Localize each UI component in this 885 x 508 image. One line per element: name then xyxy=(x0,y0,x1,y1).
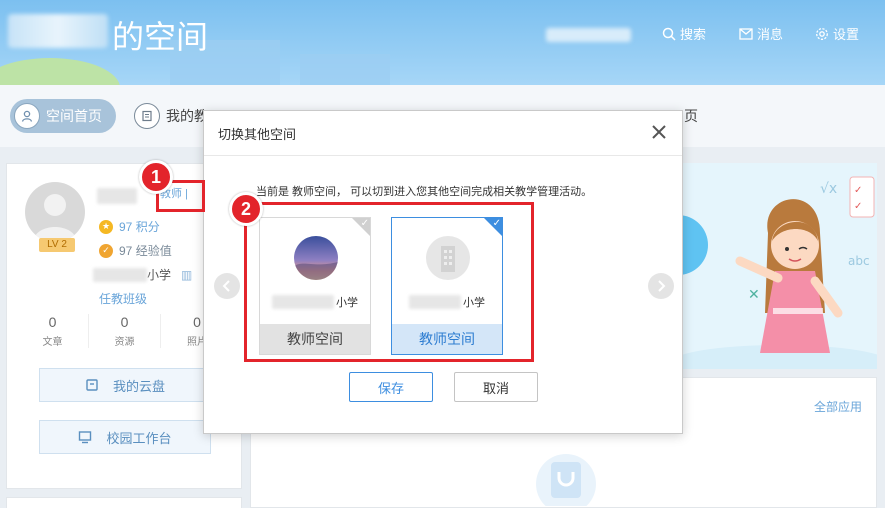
points-row: ★ 97 积分 xyxy=(99,218,160,235)
teacher-illustration: √x ✓ ✓ ✕ abc xyxy=(660,176,877,369)
tab-my-teaching[interactable]: 我的教 xyxy=(134,99,208,133)
count-resources-value: 0 xyxy=(120,314,129,330)
tab-my-teaching-label: 我的教 xyxy=(166,108,208,124)
all-apps-link[interactable]: 全部应用 xyxy=(814,398,862,415)
header-building-illustration-2 xyxy=(300,54,390,85)
chevron-left-icon xyxy=(222,280,230,292)
dialog-description: 当前是 教师空间， 可以切到进入您其他空间完成相关教学管理活动。 xyxy=(256,186,593,198)
annotation-box-2 xyxy=(244,202,534,362)
book-icon xyxy=(134,103,160,129)
chevron-right-icon xyxy=(658,280,666,292)
tab-other-label: 页 xyxy=(684,108,698,124)
star-icon: ★ xyxy=(99,219,113,234)
svg-text:✕: ✕ xyxy=(748,287,760,303)
nav-messages-label: 消息 xyxy=(757,27,784,42)
user-name-blurred xyxy=(8,14,108,48)
count-articles-label: 文章 xyxy=(42,337,63,348)
profile-name-blurred xyxy=(97,188,137,204)
exp-label: 经验值 xyxy=(135,244,172,258)
class-link[interactable]: 任教班级 xyxy=(99,290,147,307)
profile-counts: 0 文章 0 资源 0 照片 xyxy=(17,314,233,348)
annotation-badge-1: 1 xyxy=(139,160,173,194)
space-title: 的空间 xyxy=(112,18,209,56)
dialog-title: 切换其他空间 xyxy=(218,127,297,142)
level-badge: LV 2 xyxy=(39,238,75,252)
points-label[interactable]: 积分 xyxy=(136,218,160,235)
prev-arrow-button[interactable] xyxy=(214,273,240,299)
dialog-divider xyxy=(204,155,682,156)
campus-workbench-label: 校园工作台 xyxy=(106,430,172,446)
next-arrow-button[interactable] xyxy=(648,273,674,299)
promo-banner: √x ✓ ✓ ✕ abc xyxy=(660,163,877,369)
exp-row: ✓ 97 经验值 xyxy=(99,242,172,259)
close-icon[interactable] xyxy=(650,123,668,141)
campus-workbench-button[interactable]: 校园工作台 xyxy=(39,420,211,454)
user-icon xyxy=(14,103,40,129)
svg-text:√x: √x xyxy=(820,181,837,197)
count-articles[interactable]: 0 文章 xyxy=(17,314,89,348)
search-icon xyxy=(662,27,676,41)
tab-space-home-label: 空间首页 xyxy=(46,108,102,124)
header-banner: 的空间 搜索 消息 设置 xyxy=(0,0,885,85)
school-name-blurred xyxy=(93,267,147,282)
svg-text:✓: ✓ xyxy=(854,185,862,196)
tab-space-home[interactable]: 空间首页 xyxy=(10,99,116,133)
exp-icon: ✓ xyxy=(99,243,113,258)
workbench-icon xyxy=(79,431,92,444)
building-icon: ▥ xyxy=(181,267,193,282)
nav-settings[interactable]: 设置 xyxy=(815,24,859,43)
my-cloud-disk-label: 我的云盘 xyxy=(112,378,165,394)
annotation-badge-2: 2 xyxy=(229,192,263,226)
save-button[interactable]: 保存 xyxy=(349,372,433,402)
svg-text:✓: ✓ xyxy=(854,201,862,212)
mail-icon xyxy=(739,27,753,40)
count-resources[interactable]: 0 资源 xyxy=(89,314,161,348)
nav-messages[interactable]: 消息 xyxy=(739,24,783,43)
count-resources-label: 资源 xyxy=(114,337,135,348)
school-suffix: 小学 xyxy=(147,268,172,282)
cloud-disk-icon xyxy=(86,379,98,391)
gear-icon xyxy=(816,27,828,40)
exp-value: 97 xyxy=(119,243,133,258)
nav-search-label: 搜索 xyxy=(680,27,707,42)
empty-bag-icon xyxy=(536,454,596,506)
default-avatar-icon xyxy=(33,194,77,242)
school-row: 小学 ▥ xyxy=(93,266,192,283)
user-info-blurred xyxy=(546,28,631,42)
points-value: 97 xyxy=(119,219,133,234)
tab-other[interactable]: 页 xyxy=(684,99,698,133)
svg-text:abc: abc xyxy=(848,254,870,268)
my-cloud-disk-button[interactable]: 我的云盘 xyxy=(39,368,211,402)
avatar[interactable] xyxy=(25,182,85,242)
count-articles-value: 0 xyxy=(48,314,57,330)
cancel-button[interactable]: 取消 xyxy=(454,372,538,402)
nav-search[interactable]: 搜索 xyxy=(662,24,706,43)
profile-card-secondary xyxy=(6,497,242,508)
nav-settings-label: 设置 xyxy=(833,27,860,42)
